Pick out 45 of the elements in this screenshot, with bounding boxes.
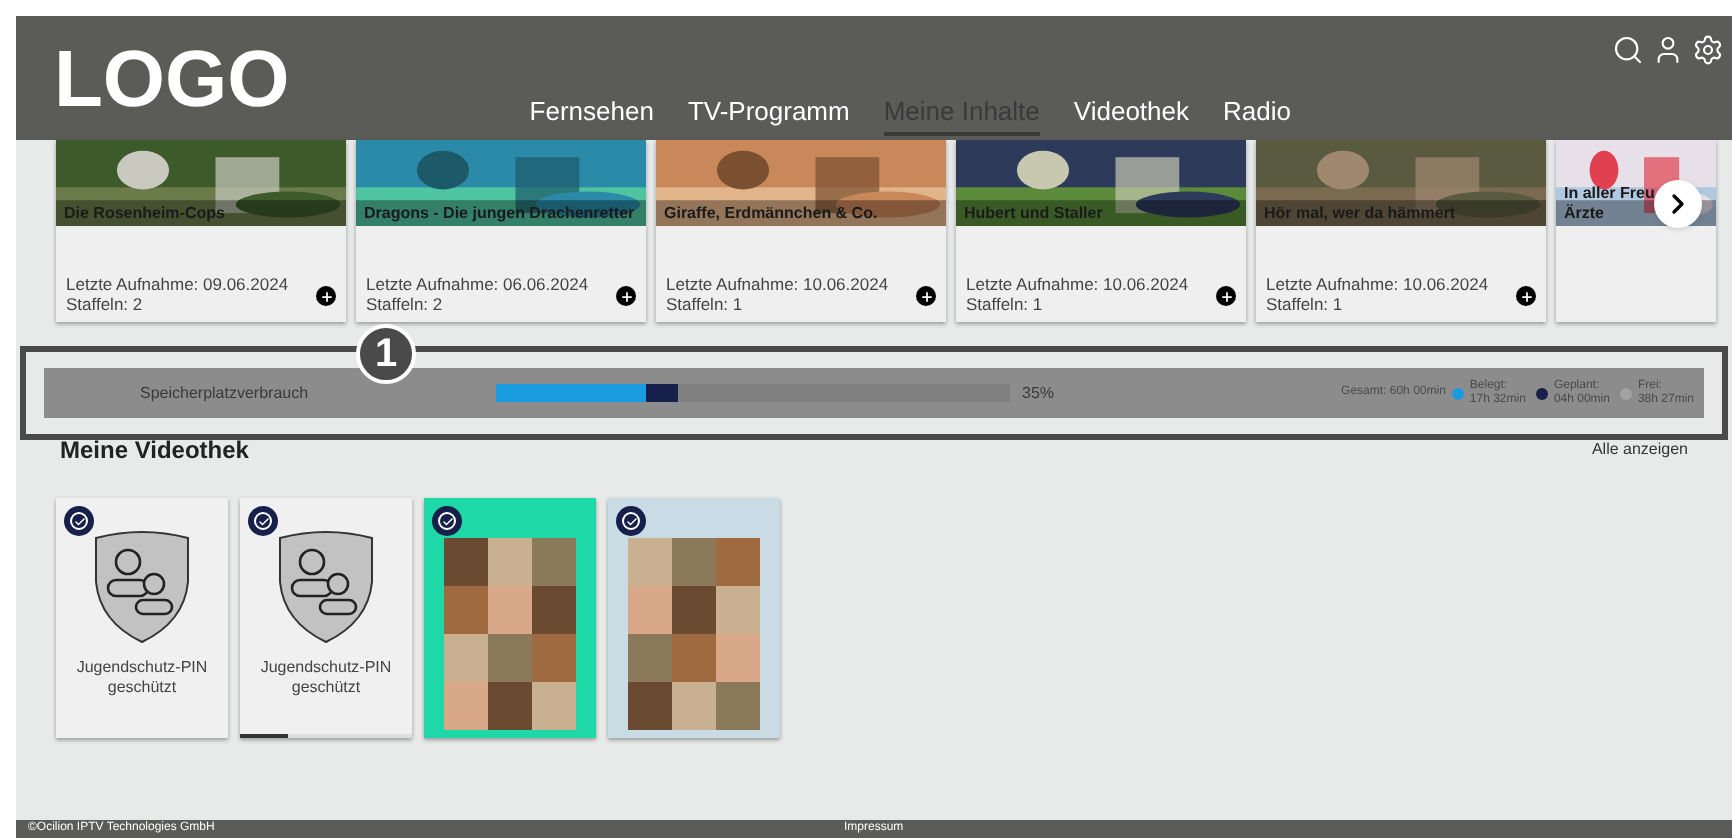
recording-card[interactable]: Giraffe, Erdmännchen & Co. Letzte Aufnahme: 10.06.2024 Staffeln: 1 (656, 140, 946, 322)
card-title: In aller Freu (1564, 184, 1655, 204)
tile-caption: Jugendschutz-PIN (260, 658, 392, 678)
storage-label: Speicherplatzverbrauch (140, 381, 311, 405)
show-all-link[interactable]: Alle anzeigen (1591, 438, 1688, 462)
video-tile[interactable]: Jugendschutz-PIN geschützt (56, 498, 228, 738)
recording-card[interactable]: In aller Freu Ärzte (1556, 140, 1716, 322)
logo: LOGO (54, 40, 290, 128)
add-icon[interactable] (316, 286, 336, 306)
card-title: Hubert und Staller (964, 204, 1103, 224)
season-count: Staffeln: 1 (966, 294, 1045, 314)
add-icon[interactable] (916, 286, 936, 306)
tile-caption: geschützt (107, 678, 177, 698)
step-marker: 1 (356, 324, 416, 384)
nav-tab[interactable]: Fernsehen (529, 91, 654, 136)
last-recording-date: Letzte Aufnahme: 09.06.2024 (66, 274, 289, 294)
nav-tab[interactable]: Videothek (1073, 91, 1189, 136)
user-icon[interactable] (1652, 34, 1684, 66)
search-icon[interactable] (1612, 34, 1644, 66)
card-title: Giraffe, Erdmännchen & Co. (664, 204, 878, 224)
video-tile[interactable]: Jugendschutz-PIN geschützt (240, 498, 412, 738)
storage-percent: 35% (1022, 381, 1055, 405)
recording-card[interactable]: Dragons - Die jungen Drachenretter Letzte Aufnahme: 06.06.2024 Staffeln: 2 (356, 140, 646, 322)
shield-users-icon (92, 530, 192, 646)
tile-caption: Jugendschutz-PIN (76, 658, 208, 678)
recording-card[interactable]: Hubert und Staller Letzte Aufnahme: 10.06.2024 Staffeln: 1 (956, 140, 1246, 322)
shield-users-icon (276, 530, 376, 646)
tile-caption: geschützt (291, 678, 361, 698)
season-count: Staffeln: 1 (666, 294, 745, 314)
season-count: Staffeln: 2 (66, 294, 145, 314)
add-icon[interactable] (1216, 286, 1236, 306)
section-title: Meine Videothek (60, 434, 249, 468)
card-title: Ärzte (1564, 204, 1607, 224)
last-recording-date: Letzte Aufnahme: 10.06.2024 (1266, 274, 1489, 294)
add-icon[interactable] (616, 286, 636, 306)
settings-icon[interactable] (1692, 34, 1724, 66)
last-recording-date: Letzte Aufnahme: 10.06.2024 (966, 274, 1189, 294)
add-icon[interactable] (1516, 286, 1536, 306)
season-count: Staffeln: 1 (1266, 294, 1345, 314)
card-title: Dragons - Die jungen Drachenretter (364, 204, 635, 224)
season-count: Staffeln: 2 (366, 294, 445, 314)
nav-tab[interactable]: Radio (1223, 91, 1291, 136)
last-recording-date: Letzte Aufnahme: 10.06.2024 (666, 274, 889, 294)
nav-tab[interactable]: TV-Programm (687, 91, 850, 136)
last-recording-date: Letzte Aufnahme: 06.06.2024 (366, 274, 589, 294)
